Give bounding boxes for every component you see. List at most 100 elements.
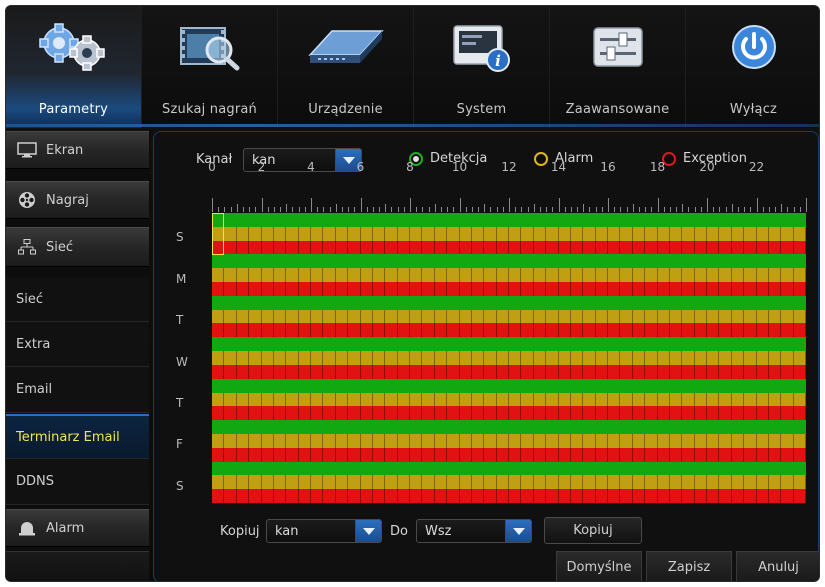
schedule-cell[interactable] xyxy=(509,240,522,255)
schedule-cell[interactable] xyxy=(459,489,472,503)
schedule-cell[interactable] xyxy=(348,240,361,255)
schedule-cell[interactable] xyxy=(781,351,794,365)
schedule-cell[interactable] xyxy=(459,323,472,338)
schedule-cell[interactable] xyxy=(372,489,386,503)
schedule-cell[interactable] xyxy=(323,433,336,448)
nav-tab-szukaj-nagran[interactable]: Szukaj nagrań xyxy=(142,6,278,128)
schedule-cell[interactable] xyxy=(669,378,683,393)
schedule-cell[interactable] xyxy=(570,213,584,227)
schedule-cell[interactable] xyxy=(682,337,695,352)
schedule-cell[interactable] xyxy=(447,461,460,476)
schedule-grid[interactable] xyxy=(212,213,806,503)
schedule-cell[interactable] xyxy=(434,489,448,503)
schedule-cell[interactable] xyxy=(719,420,732,434)
schedule-cell[interactable] xyxy=(657,213,670,227)
schedule-cell[interactable] xyxy=(595,406,608,421)
schedule-cell[interactable] xyxy=(447,378,460,393)
schedule-cell[interactable] xyxy=(533,226,547,241)
schedule-cell[interactable] xyxy=(335,392,349,407)
schedule-cell[interactable] xyxy=(286,406,299,421)
schedule-cell[interactable] xyxy=(595,309,608,324)
schedule-cell[interactable] xyxy=(521,213,534,227)
schedule-cell[interactable] xyxy=(422,489,435,503)
schedule-cell[interactable] xyxy=(793,351,806,365)
schedule-cell[interactable] xyxy=(397,406,410,421)
schedule-cell[interactable] xyxy=(286,240,299,255)
schedule-cell[interactable] xyxy=(694,378,707,393)
schedule-cell[interactable] xyxy=(632,475,646,490)
schedule-cell[interactable] xyxy=(533,282,547,296)
schedule-cell[interactable] xyxy=(533,337,547,352)
schedule-cell[interactable] xyxy=(570,475,584,490)
schedule-cell[interactable] xyxy=(385,337,398,352)
schedule-cell[interactable] xyxy=(459,337,472,352)
schedule-cell[interactable] xyxy=(583,323,596,338)
schedule-cell[interactable] xyxy=(521,392,534,407)
schedule-cell[interactable] xyxy=(273,406,287,421)
schedule-cell[interactable] xyxy=(645,282,658,296)
schedule-cell[interactable] xyxy=(298,420,311,434)
schedule-cell[interactable] xyxy=(286,282,299,296)
schedule-cell[interactable] xyxy=(323,226,336,241)
schedule-cell[interactable] xyxy=(224,309,237,324)
schedule-cell[interactable] xyxy=(632,309,646,324)
schedule-cell[interactable] xyxy=(669,433,683,448)
schedule-cell[interactable] xyxy=(707,461,720,476)
nav-tab-wylacz[interactable]: Wyłącz xyxy=(686,6,819,128)
schedule-cell[interactable] xyxy=(311,295,324,310)
schedule-cell[interactable] xyxy=(323,254,336,269)
schedule-cell[interactable] xyxy=(731,213,745,227)
schedule-cell[interactable] xyxy=(459,378,472,393)
schedule-cell[interactable] xyxy=(224,240,237,255)
schedule-cell[interactable] xyxy=(323,337,336,352)
schedule-cell[interactable] xyxy=(694,309,707,324)
schedule-cell[interactable] xyxy=(657,268,670,283)
schedule-cell[interactable] xyxy=(632,420,646,434)
schedule-cell[interactable] xyxy=(447,282,460,296)
schedule-cell[interactable] xyxy=(360,254,373,269)
schedule-cell[interactable] xyxy=(484,461,497,476)
nav-tab-system[interactable]: i System xyxy=(414,6,550,128)
schedule-cell[interactable] xyxy=(533,489,547,503)
schedule-cell[interactable] xyxy=(311,254,324,269)
schedule-cell[interactable] xyxy=(397,475,410,490)
schedule-cell[interactable] xyxy=(781,406,794,421)
schedule-cell[interactable] xyxy=(558,406,571,421)
schedule-cell[interactable] xyxy=(583,254,596,269)
schedule-cell[interactable] xyxy=(323,364,336,379)
schedule-cell[interactable] xyxy=(533,447,547,462)
schedule-cell[interactable] xyxy=(236,295,250,310)
schedule-cell[interactable] xyxy=(719,309,732,324)
schedule-cell[interactable] xyxy=(645,213,658,227)
schedule-cell[interactable] xyxy=(694,447,707,462)
schedule-cell[interactable] xyxy=(397,337,410,352)
schedule-cell[interactable] xyxy=(496,461,509,476)
schedule-cell[interactable] xyxy=(471,213,485,227)
schedule-cell[interactable] xyxy=(570,268,584,283)
schedule-cell[interactable] xyxy=(731,489,745,503)
schedule-cell[interactable] xyxy=(236,378,250,393)
schedule-cell[interactable] xyxy=(657,226,670,241)
schedule-cell[interactable] xyxy=(348,420,361,434)
schedule-cell[interactable] xyxy=(731,309,745,324)
schedule-cell[interactable] xyxy=(744,489,757,503)
schedule-cell[interactable] xyxy=(620,351,633,365)
schedule-cell[interactable] xyxy=(682,433,695,448)
schedule-cell[interactable] xyxy=(682,323,695,338)
schedule-cell[interactable] xyxy=(608,268,621,283)
schedule-cell[interactable] xyxy=(707,406,720,421)
schedule-cell[interactable] xyxy=(212,254,225,269)
schedule-cell[interactable] xyxy=(570,351,584,365)
schedule-cell[interactable] xyxy=(212,309,225,324)
schedule-cell[interactable] xyxy=(236,406,250,421)
schedule-cell[interactable] xyxy=(496,475,509,490)
schedule-cell[interactable] xyxy=(385,295,398,310)
schedule-cell[interactable] xyxy=(768,309,782,324)
schedule-cell[interactable] xyxy=(311,282,324,296)
schedule-cell[interactable] xyxy=(496,351,509,365)
schedule-cell[interactable] xyxy=(335,406,349,421)
schedule-cell[interactable] xyxy=(645,337,658,352)
schedule-cell[interactable] xyxy=(236,309,250,324)
schedule-cell[interactable] xyxy=(422,323,435,338)
schedule-cell[interactable] xyxy=(323,309,336,324)
